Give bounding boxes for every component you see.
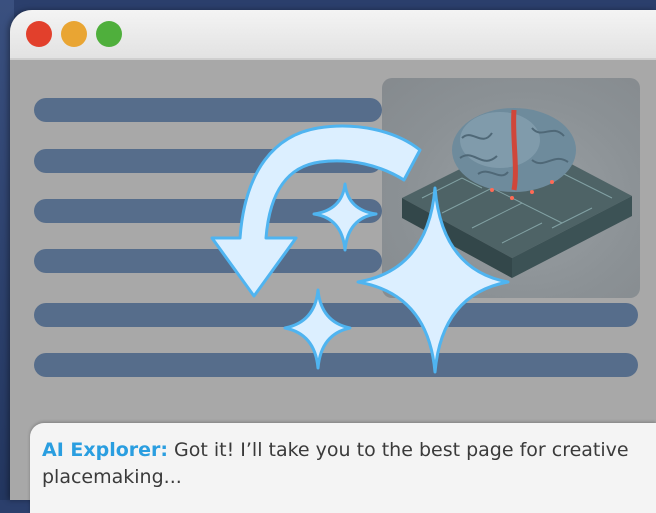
chat-message: AI Explorer: Got it! I’ll take you to th…: [42, 437, 642, 491]
text-line-placeholder: [34, 249, 382, 273]
chat-speaker-label: AI Explorer:: [42, 439, 169, 461]
text-line-placeholder: [34, 303, 638, 327]
text-line-placeholder: [34, 98, 382, 122]
brain-image: [382, 78, 640, 298]
close-button[interactable]: [26, 21, 52, 47]
text-line-placeholder: [34, 353, 638, 377]
minimize-button[interactable]: [61, 21, 87, 47]
text-line-placeholder: [34, 199, 382, 223]
brain-chip-icon: [402, 108, 632, 278]
text-line-placeholder: [34, 149, 382, 173]
title-bar: [10, 10, 656, 60]
maximize-button[interactable]: [96, 21, 122, 47]
